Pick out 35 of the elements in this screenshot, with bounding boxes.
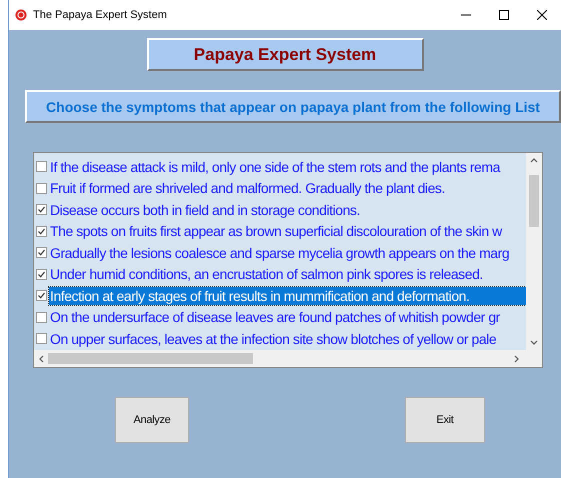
app-heading: Papaya Expert System <box>146 38 424 71</box>
checkbox[interactable] <box>36 268 47 280</box>
checkbox[interactable] <box>36 161 47 172</box>
scrollbar-thumb[interactable] <box>48 353 253 364</box>
app-logo-icon <box>15 9 27 21</box>
checkbox[interactable] <box>36 182 47 194</box>
scroll-right-icon[interactable] <box>514 354 520 362</box>
symptom-item[interactable]: On the undersurface of disease leaves are found patches of whitish powder gr <box>49 308 501 326</box>
scrollbar-thumb[interactable] <box>529 175 539 227</box>
close-icon <box>537 10 547 20</box>
checkbox[interactable] <box>36 247 47 258</box>
checkbox[interactable] <box>36 290 47 302</box>
checkbox[interactable] <box>36 204 47 216</box>
symptom-item[interactable]: Infection at early stages of fruit results in mummification and deformation. <box>49 286 526 305</box>
horizontal-scrollbar[interactable] <box>34 350 526 367</box>
scroll-up-icon[interactable] <box>530 157 538 163</box>
symptom-item[interactable]: The spots on fruits first appear as brown superficial discolouration of the skin w <box>49 222 503 240</box>
symptom-item[interactable]: On upper surfaces, leaves at the infection site show blotches of yellow or pale <box>49 330 498 348</box>
checkbox[interactable] <box>36 333 47 344</box>
symptom-list[interactable] <box>33 152 543 368</box>
checkbox[interactable] <box>36 226 47 237</box>
symptom-item[interactable]: Fruit if formed are shriveled and malformed. Gradually the plant dies. <box>49 179 446 198</box>
maximize-icon <box>499 10 509 20</box>
symptom-item[interactable]: Disease occurs both in field and in storage conditions. <box>49 200 361 219</box>
analyze-button[interactable]: Analyze <box>115 397 189 443</box>
exit-button[interactable]: Exit <box>405 397 485 443</box>
symptom-item[interactable]: If the disease attack is mild, only one side of the stem rots and the plants rema <box>49 158 501 176</box>
scroll-left-icon[interactable] <box>38 354 44 362</box>
symptom-item[interactable]: Gradually the lesions coalesce and sparse mycelia growth appears on the marg <box>49 244 510 262</box>
checkbox[interactable] <box>36 312 47 323</box>
instruction-label: Choose the symptoms that appear on papaya plant from the following List <box>25 90 561 123</box>
vertical-scrollbar[interactable] <box>526 153 542 350</box>
window-title: The Papaya Expert System <box>33 9 168 21</box>
symptom-item[interactable]: Under humid conditions, an encrustation of salmon pink spores is released. <box>49 265 484 284</box>
scroll-down-icon[interactable] <box>530 340 538 346</box>
